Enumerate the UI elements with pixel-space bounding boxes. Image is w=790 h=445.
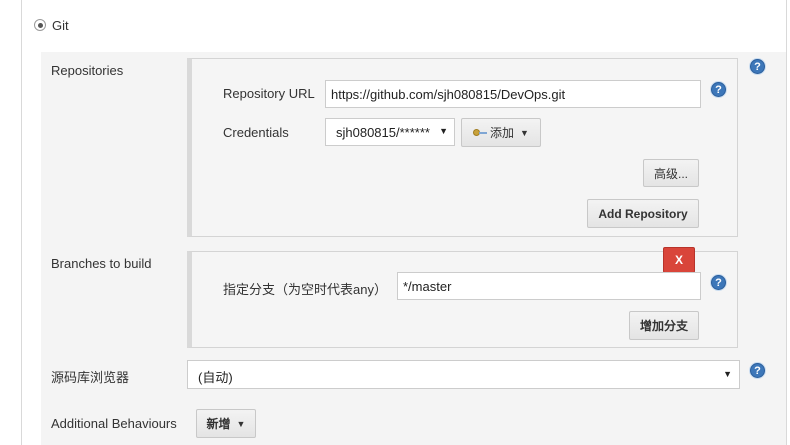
additional-behaviours-label: Additional Behaviours xyxy=(51,416,177,431)
git-option-label[interactable]: Git xyxy=(52,18,69,33)
branch-specifier-help-icon[interactable]: ? xyxy=(711,275,726,290)
scm-options-band xyxy=(22,0,786,52)
git-radio-button[interactable] xyxy=(34,19,46,31)
repositories-label: Repositories xyxy=(51,63,124,78)
repository-browser-label: 源码库浏览器 xyxy=(51,370,130,385)
delete-branch-button[interactable]: X xyxy=(663,247,695,273)
repository-url-label: Repository URL xyxy=(223,86,315,101)
repository-url-input[interactable]: https://github.com/sjh080815/DevOps.git xyxy=(325,80,701,108)
repository-browser-selected: (自动) xyxy=(198,370,233,385)
advanced-button[interactable]: 高级... xyxy=(643,159,699,187)
branch-specifier-label: 指定分支（为空时代表any） xyxy=(223,282,387,297)
chevron-down-icon: ▼ xyxy=(439,126,448,136)
add-repository-button[interactable]: Add Repository xyxy=(587,199,699,228)
repositories-help-icon[interactable]: ? xyxy=(750,59,765,74)
credentials-selected-value: sjh080815/****** xyxy=(336,125,430,140)
repository-url-help-icon[interactable]: ? xyxy=(711,82,726,97)
caret-down-icon: ▼ xyxy=(520,127,529,138)
branches-to-build-label: Branches to build xyxy=(51,256,152,271)
branch-specifier-input[interactable]: */master xyxy=(397,272,701,300)
repository-browser-select[interactable]: (自动) ▼ xyxy=(187,360,740,389)
add-branch-button[interactable]: 增加分支 xyxy=(629,311,699,340)
add-credentials-label: 添加 xyxy=(490,126,515,140)
chevron-down-icon: ▼ xyxy=(723,369,732,379)
credentials-label: Credentials xyxy=(223,125,289,140)
add-credentials-button[interactable]: 添加 ▼ xyxy=(461,118,541,147)
key-icon xyxy=(473,128,488,138)
credentials-select[interactable]: sjh080815/****** ▼ xyxy=(325,118,455,146)
caret-down-icon: ▼ xyxy=(236,418,246,429)
add-behaviour-button[interactable]: 新增 ▼ xyxy=(196,409,256,438)
add-behaviour-label: 新增 xyxy=(206,417,231,431)
repository-browser-help-icon[interactable]: ? xyxy=(750,363,765,378)
